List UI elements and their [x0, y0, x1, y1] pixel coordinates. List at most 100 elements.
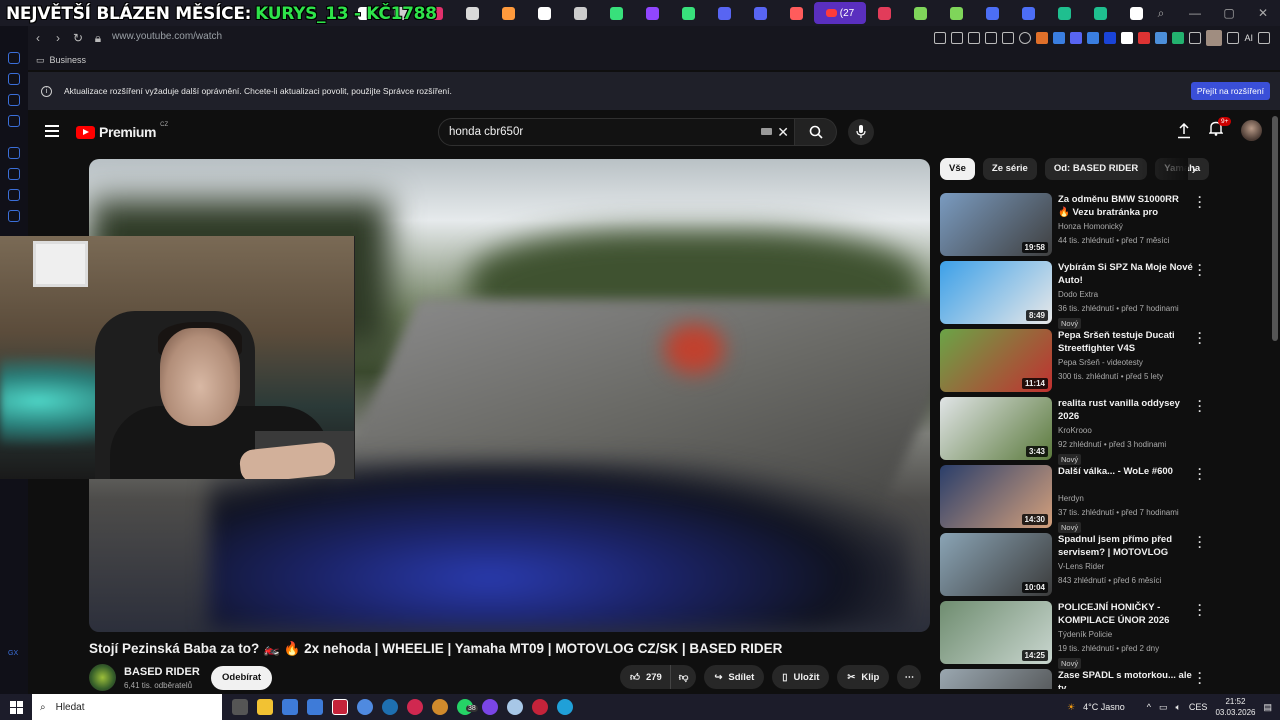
more-options-icon[interactable]: · · · [1198, 193, 1202, 213]
url-field[interactable]: www.youtube.com/watch [112, 31, 222, 42]
more-options-icon[interactable]: · · · [1198, 261, 1202, 281]
browser-tab[interactable] [866, 2, 902, 24]
menu-icon[interactable] [1258, 32, 1270, 44]
dislike-button[interactable]: 👎︎ [669, 665, 697, 689]
recommended-channel[interactable]: KroKrooo [1058, 426, 1092, 435]
bookmark-business[interactable]: Business [50, 55, 87, 65]
chevron-right-icon[interactable]: › [1184, 158, 1204, 180]
browser-tab[interactable] [706, 2, 742, 24]
browser-tab[interactable] [778, 2, 814, 24]
extension-icon[interactable] [1104, 32, 1117, 44]
recommended-channel[interactable]: V-Lens Rider [1058, 562, 1104, 571]
video-thumbnail[interactable]: 3:43 [940, 397, 1052, 460]
browser-tab[interactable] [598, 2, 634, 24]
browser-tab[interactable] [1010, 2, 1046, 24]
video-thumbnail[interactable]: 8:49 [940, 261, 1052, 324]
channel-avatar[interactable] [89, 664, 116, 691]
extension-icon[interactable] [1002, 32, 1015, 44]
messenger-icon[interactable] [8, 168, 20, 180]
sidebar-icon[interactable] [8, 52, 20, 64]
subscribe-button[interactable]: Odebírat [211, 666, 273, 690]
browser-tab[interactable] [670, 2, 706, 24]
taskbar-app-icon[interactable] [282, 699, 298, 715]
browser-tab[interactable] [938, 2, 974, 24]
extension-icon[interactable] [934, 32, 947, 44]
taskbar-app-icon[interactable] [407, 699, 423, 715]
browser-tab-active[interactable]: (27 [814, 2, 866, 24]
browser-tab[interactable] [562, 2, 598, 24]
recommended-channel[interactable]: Dodo Extra [1058, 290, 1098, 299]
browser-tab[interactable] [526, 2, 562, 24]
upload-icon[interactable] [1177, 122, 1191, 139]
ai-button[interactable]: AI [1244, 33, 1253, 43]
notifications-button[interactable]: 9+ [1208, 116, 1232, 141]
browser-tab[interactable] [454, 2, 490, 24]
instagram-icon[interactable] [8, 189, 20, 201]
clock[interactable]: 21:52 03.03.2026 [1215, 696, 1255, 718]
back-icon[interactable]: ‹ [28, 28, 48, 48]
weather-text[interactable]: 4°C Jasno [1083, 702, 1125, 712]
browser-tab[interactable] [742, 2, 778, 24]
keyboard-icon[interactable] [761, 128, 772, 135]
recommended-video[interactable]: 3:43 realita rust vanilla oddysey 2026 Kro… [940, 397, 1212, 465]
chip-from-channel[interactable]: Od: BASED RIDER [1044, 158, 1148, 180]
taskbar-search[interactable]: ⌕ Hledat [32, 694, 222, 720]
extension-icon[interactable] [1070, 32, 1083, 44]
chip-series[interactable]: Ze série [982, 158, 1037, 180]
extension-icon[interactable] [985, 32, 998, 44]
clear-search-icon[interactable]: ✕ [777, 119, 789, 145]
taskbar-app-icon[interactable] [232, 699, 248, 715]
volume-icon[interactable]: 🔈︎ [1176, 702, 1181, 713]
recommended-video[interactable]: 14:25 POLICEJNÍ HONIČKY - KOMPILACE ÚNOR … [940, 601, 1212, 669]
recommended-title[interactable]: Zase SPADL s motorkou... ale ty [1058, 669, 1193, 689]
sidebar-icon[interactable] [8, 115, 20, 127]
account-avatar[interactable] [1241, 120, 1262, 141]
recommended-video[interactable]: 14:30 Další válka... - WoLe #600 Herdyn 37 … [940, 465, 1212, 533]
more-options-icon[interactable]: · · · [1198, 533, 1202, 553]
reload-icon[interactable]: ↻ [68, 28, 88, 48]
taskbar-app-icon[interactable]: 38 [457, 699, 478, 715]
video-thumbnail[interactable] [940, 669, 1052, 689]
recommended-video[interactable]: 19:58 Za odměnu BMW S1000RR 🔥 Vezu bratrá… [940, 193, 1212, 261]
recommended-channel[interactable]: Pepa Sršeň - videotesty [1058, 358, 1143, 367]
video-thumbnail[interactable]: 10:04 [940, 533, 1052, 596]
taskbar-app-icon[interactable] [482, 699, 498, 715]
recommended-video[interactable]: 10:04 Spadnul jsem přímo před servisem? |… [940, 533, 1212, 601]
browser-tab[interactable] [634, 2, 670, 24]
video-thumbnail[interactable]: 14:25 [940, 601, 1052, 664]
network-icon[interactable]: ▭ [1159, 702, 1168, 713]
profile-avatar-icon[interactable] [1206, 30, 1223, 46]
search-input[interactable]: honda cbr650r ✕ [438, 118, 795, 146]
search-button[interactable] [795, 118, 837, 146]
browser-tab[interactable] [490, 2, 526, 24]
browser-tab[interactable] [974, 2, 1010, 24]
page-scrollbar[interactable] [1272, 116, 1278, 341]
extension-icon[interactable] [1138, 32, 1151, 44]
taskbar-app-icon[interactable] [557, 699, 573, 715]
taskbar-app-icon[interactable] [257, 699, 273, 715]
recommended-channel[interactable]: Honza Homonický [1058, 222, 1123, 231]
clip-button[interactable]: ✂ Klip [837, 665, 890, 689]
taskbar-app-icon[interactable] [382, 699, 398, 715]
taskbar-app-icon[interactable] [507, 699, 523, 715]
channel-name[interactable]: BASED RIDER [124, 666, 200, 678]
more-options-icon[interactable]: · · · [1198, 669, 1202, 689]
voice-search-button[interactable] [848, 119, 874, 145]
recommended-title[interactable]: Pepa Sršeň testuje Ducati Streetfighter … [1058, 329, 1193, 355]
recommended-channel[interactable]: Týdeník Policie [1058, 630, 1112, 639]
notification-center-icon[interactable]: ▤ [1263, 702, 1272, 713]
extension-icon[interactable] [968, 32, 981, 44]
recommended-title[interactable]: POLICEJNÍ HONIČKY - KOMPILACE ÚNOR 2026 [1058, 601, 1193, 627]
extension-icon[interactable] [951, 32, 964, 44]
recommended-title[interactable]: Spadnul jsem přímo před servisem? | MOTO… [1058, 533, 1193, 560]
chip-all[interactable]: Vše [940, 158, 975, 180]
recommended-video[interactable]: 8:49 Vybírám Si SPZ Na Moje Nové Auto! Dod… [940, 261, 1212, 329]
extension-icon[interactable] [1155, 32, 1168, 44]
more-actions-icon[interactable]: ⋯ [897, 665, 922, 689]
search-tabs-icon[interactable]: ⌕ [1144, 0, 1178, 26]
download-icon[interactable] [1227, 32, 1240, 44]
start-button[interactable] [0, 694, 32, 720]
gx-icon[interactable]: GX [8, 650, 18, 657]
sidebar-icon[interactable] [8, 94, 20, 106]
save-button[interactable]: ▯ Uložit [772, 665, 830, 689]
